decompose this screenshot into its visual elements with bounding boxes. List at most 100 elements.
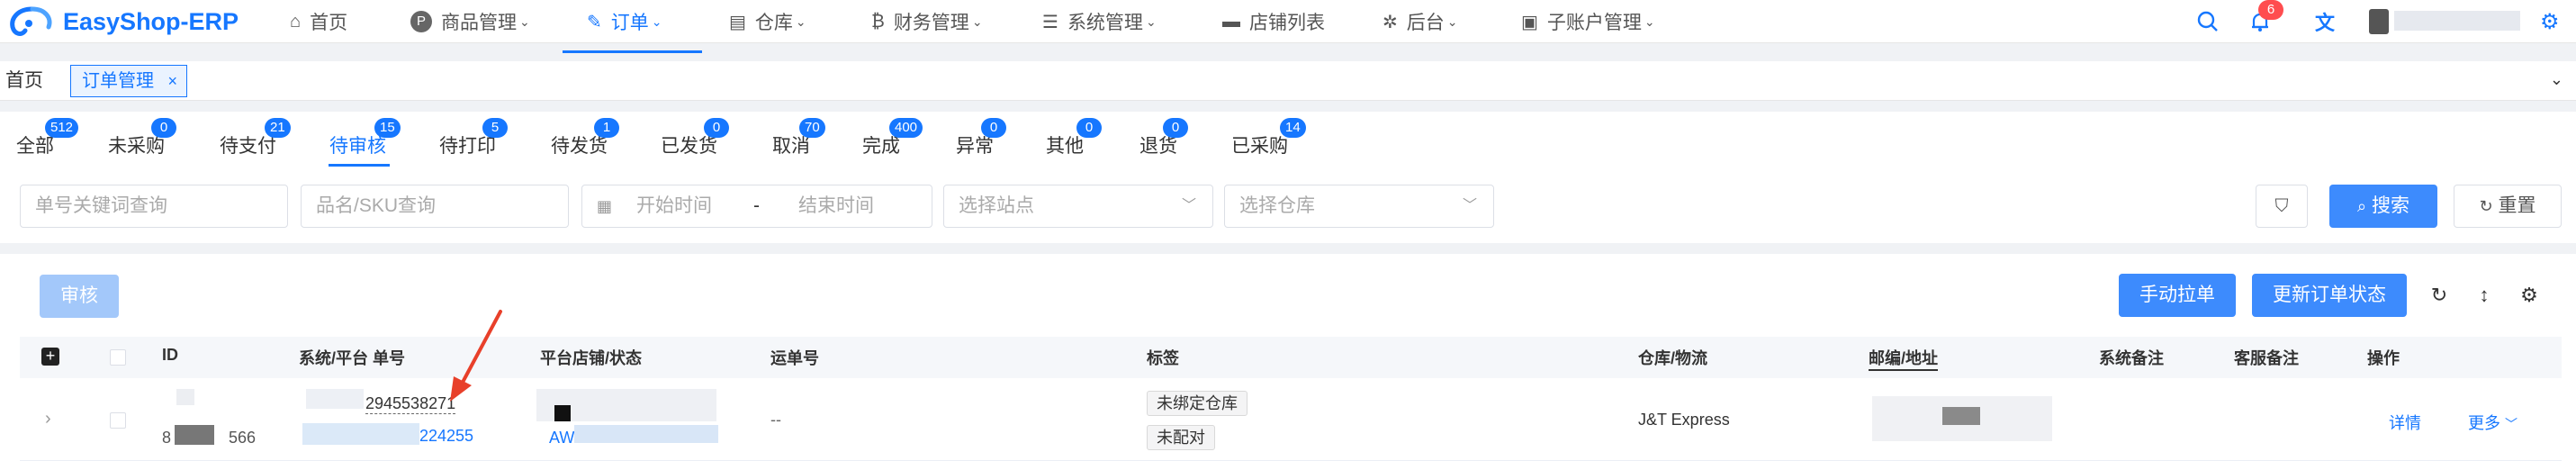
tab-home[interactable]: 首页 bbox=[5, 61, 43, 101]
settings-icon: ☰ bbox=[1042, 12, 1058, 32]
menu-warehouse-label: 仓库 bbox=[754, 13, 793, 33]
approve-button[interactable]: 审核 bbox=[40, 275, 119, 318]
expand-all-icon[interactable]: + bbox=[41, 348, 59, 366]
search-button[interactable]: ⌕ 搜索 bbox=[2329, 185, 2437, 228]
status-tab[interactable]: 已采购 bbox=[1231, 131, 1288, 158]
system-no-redacted bbox=[306, 389, 364, 409]
order-keyword-placeholder: 单号关键词查询 bbox=[35, 195, 167, 216]
site-select[interactable]: 选择站点 ﹀ bbox=[943, 185, 1213, 228]
status-count-badge: 14 bbox=[1280, 118, 1306, 138]
shop-status-redacted bbox=[574, 425, 718, 443]
reset-button-label: 重置 bbox=[2498, 195, 2536, 216]
row-height-icon[interactable]: ↕ bbox=[2466, 277, 2502, 313]
table-row[interactable] bbox=[20, 378, 2562, 461]
tag-unpaired: 未配对 bbox=[1147, 425, 1215, 450]
platform-no-redacted bbox=[302, 423, 419, 445]
col-postcode-address[interactable]: 邮编/地址 bbox=[1869, 346, 1939, 371]
menu-system[interactable]: ☰ 系统管理 ⌄ bbox=[1042, 0, 1157, 43]
menu-backend[interactable]: ✲ 后台 ⌄ bbox=[1383, 0, 1458, 43]
search-icon[interactable] bbox=[2196, 0, 2220, 43]
chevron-down-icon[interactable]: ⌄ bbox=[2550, 70, 2563, 89]
calendar-icon: ▦ bbox=[597, 197, 613, 215]
finance-icon: ₿ bbox=[871, 11, 885, 32]
search-icon: ⌕ bbox=[2357, 197, 2367, 215]
menu-home-label: 首页 bbox=[310, 13, 348, 33]
warehouse-select[interactable]: 选择仓库 ﹀ bbox=[1224, 185, 1494, 228]
date-range-picker[interactable]: ▦ 开始时间 - 结束时间 bbox=[581, 185, 932, 228]
update-status-button[interactable]: 更新订单状态 bbox=[2252, 274, 2407, 317]
refresh-icon[interactable]: ↻ bbox=[2421, 277, 2457, 313]
more-label: 更多 bbox=[2468, 414, 2500, 432]
product-icon: P bbox=[410, 11, 432, 32]
menu-system-label: 系统管理 bbox=[1067, 13, 1143, 33]
menu-finance-label: 财务管理 bbox=[893, 13, 969, 33]
platform-order-no[interactable]: 224255 bbox=[419, 427, 473, 446]
chevron-down-icon: ﹀ bbox=[1181, 198, 1196, 213]
close-icon[interactable]: × bbox=[167, 66, 177, 96]
menu-home[interactable]: ⌂ 首页 bbox=[290, 0, 347, 43]
status-count-badge: 400 bbox=[889, 118, 923, 138]
menu-products[interactable]: P 商品管理 ⌄ bbox=[410, 0, 530, 43]
date-separator: - bbox=[753, 195, 760, 216]
col-id: ID bbox=[162, 346, 178, 364]
status-count-badge: 15 bbox=[374, 118, 401, 138]
chevron-down-icon: ⌄ bbox=[1446, 14, 1458, 29]
chevron-down-icon: ⌄ bbox=[971, 14, 983, 29]
col-tags: 标签 bbox=[1147, 349, 1179, 367]
logo-icon bbox=[10, 6, 52, 36]
page-tabs-bar bbox=[0, 61, 2576, 101]
tab-orders[interactable]: 订单管理 × bbox=[70, 65, 187, 97]
gear-icon[interactable]: ⚙ bbox=[2540, 0, 2560, 43]
start-time-placeholder: 开始时间 bbox=[636, 195, 712, 216]
warehouse-placeholder: 选择仓库 bbox=[1239, 195, 1315, 216]
status-tab[interactable]: 其他 bbox=[1046, 131, 1084, 158]
chevron-down-icon: ﹀ bbox=[2505, 417, 2518, 431]
annotation-arrow-icon bbox=[450, 310, 502, 402]
status-count-badge: 0 bbox=[981, 118, 1006, 138]
address-redacted bbox=[1942, 407, 1980, 425]
manual-pull-button[interactable]: 手动拉单 bbox=[2119, 274, 2236, 317]
menu-backend-label: 后台 bbox=[1406, 13, 1445, 33]
menu-shops[interactable]: ▬ 店铺列表 bbox=[1222, 0, 1325, 43]
more-dropdown[interactable]: 更多 ﹀ bbox=[2468, 411, 2517, 434]
menu-active-indicator bbox=[563, 50, 702, 53]
chevron-down-icon: ⌄ bbox=[651, 14, 662, 29]
shop-logo bbox=[554, 405, 571, 421]
shop-icon: ▬ bbox=[1222, 11, 1240, 32]
order-icon: ✎ bbox=[587, 12, 602, 32]
filter-icon: ⛉ bbox=[2274, 196, 2289, 216]
menu-orders[interactable]: ✎ 订单 ⌄ bbox=[587, 0, 662, 43]
status-count-badge: 0 bbox=[1076, 118, 1102, 138]
detail-link[interactable]: 详情 bbox=[2389, 411, 2421, 434]
avatar[interactable] bbox=[2369, 9, 2389, 34]
status-count-badge: 0 bbox=[704, 118, 729, 138]
logo[interactable]: EasyShop-ERP bbox=[5, 4, 239, 40]
menu-finance[interactable]: ₿ 财务管理 ⌄ bbox=[871, 0, 983, 43]
refresh-icon: ↻ bbox=[2479, 197, 2493, 215]
status-tab-active-indicator bbox=[329, 164, 390, 167]
reset-button[interactable]: ↻ 重置 bbox=[2454, 185, 2562, 228]
status-count-badge: 0 bbox=[1163, 118, 1188, 138]
col-cs-note: 客服备注 bbox=[2234, 349, 2299, 367]
order-id-suffix: 566 bbox=[229, 429, 257, 447]
order-id-prefix: 8 bbox=[162, 429, 172, 447]
select-all-checkbox[interactable] bbox=[110, 349, 126, 366]
chevron-down-icon: ⌄ bbox=[795, 14, 806, 29]
filter-button[interactable]: ⛉ bbox=[2256, 185, 2308, 228]
row-checkbox[interactable] bbox=[110, 412, 126, 429]
translate-icon[interactable]: 文 bbox=[2315, 0, 2335, 43]
bug-icon: ✲ bbox=[1383, 12, 1398, 32]
menu-products-label: 商品管理 bbox=[441, 13, 517, 33]
search-button-label: 搜索 bbox=[2371, 195, 2409, 216]
status-count-badge: 512 bbox=[45, 118, 79, 138]
col-order-no: 系统/平台 单号 bbox=[299, 349, 406, 367]
chevron-right-icon[interactable]: › bbox=[45, 409, 51, 429]
col-system-note: 系统备注 bbox=[2099, 349, 2164, 367]
id-redacted bbox=[176, 389, 194, 405]
notification-badge: 6 bbox=[2258, 0, 2283, 20]
order-keyword-input[interactable]: 单号关键词查询 bbox=[20, 185, 288, 228]
gear-icon[interactable]: ⚙ bbox=[2511, 277, 2547, 313]
sku-input[interactable]: 品名/SKU查询 bbox=[301, 185, 569, 228]
menu-subaccounts[interactable]: ▣ 子账户管理 ⌄ bbox=[1521, 0, 1655, 43]
menu-warehouse[interactable]: ▤ 仓库 ⌄ bbox=[729, 0, 806, 43]
